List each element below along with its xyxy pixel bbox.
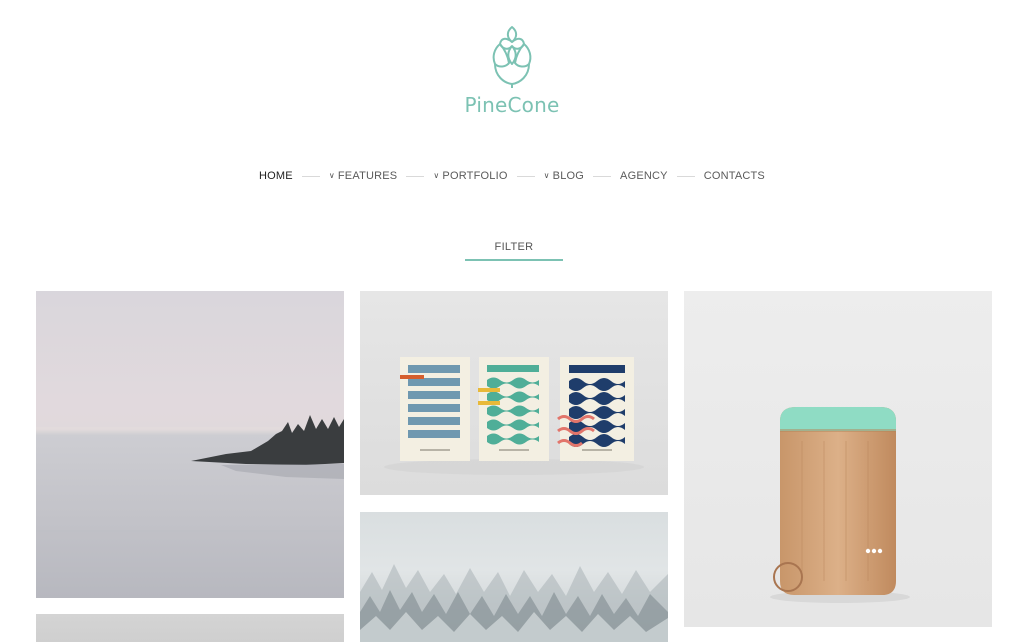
portfolio-item-forest[interactable]: [360, 512, 668, 642]
nav-features-label: FEATURES: [337, 170, 398, 182]
snowy-forest-image: [360, 564, 668, 642]
nav-home[interactable]: HOME: [259, 170, 293, 182]
nav-separator: [593, 175, 612, 177]
nav-separator: [406, 175, 425, 177]
nav-agency-label: AGENCY: [620, 170, 668, 182]
portfolio-item-cards[interactable]: [360, 291, 668, 495]
portfolio-item-powerbank[interactable]: [684, 291, 992, 627]
logo[interactable]: PineCone: [0, 24, 1024, 117]
chevron-down-icon: ∨: [433, 170, 440, 180]
nav-home-label: HOME: [259, 170, 293, 182]
nav-contacts[interactable]: CONTACTS: [704, 170, 765, 182]
brand-name: PineCone: [464, 93, 560, 117]
nav-portfolio[interactable]: ∨ PORTFOLIO: [433, 170, 507, 182]
main-nav: HOME ∨ FEATURES ∨ PORTFOLIO ∨ BLOG AGENC…: [0, 170, 1024, 182]
nav-features[interactable]: ∨ FEATURES: [329, 170, 398, 182]
nav-separator: [676, 175, 695, 177]
nav-portfolio-label: PORTFOLIO: [442, 170, 508, 182]
pinecone-icon: [492, 26, 532, 88]
portfolio-item-partial[interactable]: [36, 614, 344, 642]
portfolio-item-lake[interactable]: [36, 291, 344, 598]
nav-blog-label: BLOG: [552, 170, 585, 182]
nav-separator: [301, 175, 320, 177]
nav-agency[interactable]: AGENCY: [620, 170, 668, 182]
bamboo-powerbank-image: [770, 407, 910, 603]
nav-contacts-label: CONTACTS: [703, 170, 765, 182]
filter-toggle[interactable]: FILTER: [465, 241, 563, 261]
wave-cards-image: [384, 357, 644, 475]
chevron-down-icon: ∨: [328, 170, 335, 180]
chevron-down-icon: ∨: [543, 170, 550, 180]
nav-separator: [516, 175, 535, 177]
lake-image: [36, 291, 344, 532]
nav-blog[interactable]: ∨ BLOG: [544, 170, 584, 182]
